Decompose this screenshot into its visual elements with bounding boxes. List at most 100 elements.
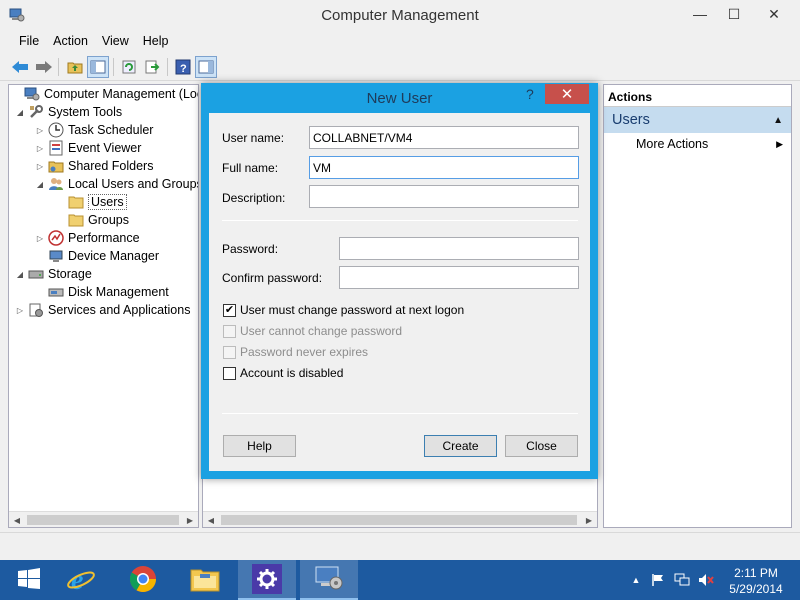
menu-action[interactable]: Action [46,31,95,53]
tree-item-performance[interactable]: ▷ Performance [35,229,140,247]
tree-item-device-manager[interactable]: Device Manager [35,247,159,265]
taskbar-clock[interactable]: 2:11 PM 5/29/2014 [722,565,790,597]
actions-section-label: Users [612,112,650,128]
tools-icon [28,104,44,120]
folder-icon [68,194,84,210]
network-icon[interactable] [674,572,690,588]
actions-section-users[interactable]: Users ▲ [604,107,791,133]
status-bar [0,532,800,560]
performance-icon [48,230,64,246]
tree-item-shared-folders[interactable]: ▷ Shared Folders [35,157,154,175]
tree-item-computer-management[interactable]: Computer Management (Local [11,85,198,103]
user-name-field[interactable] [309,126,579,149]
scroll-thumb[interactable] [221,515,577,525]
collapse-arrow-icon[interactable]: ◢ [15,108,25,117]
dialog-help-icon[interactable]: ? [526,86,540,106]
scroll-left-icon[interactable]: ◀ [9,512,25,527]
svg-text:?: ? [180,63,187,75]
menu-help[interactable]: Help [136,31,176,53]
show-hide-action-pane-icon[interactable] [195,56,217,78]
computer-management-icon [24,86,40,102]
checkbox-icon [223,345,236,359]
more-actions-item[interactable]: More Actions ▶ [604,133,791,155]
menu-file[interactable]: File [12,31,46,53]
maximize-button[interactable]: ☐ [717,0,751,28]
scroll-right-icon[interactable]: ▶ [581,512,597,528]
description-field[interactable] [309,185,579,208]
start-button[interactable] [0,560,58,600]
account-disabled-checkbox[interactable]: Account is disabled [223,366,343,380]
more-actions-label: More Actions [636,137,709,151]
details-horizontal-scrollbar[interactable]: ◀ ▶ [203,511,597,527]
tree-item-storage[interactable]: ◢ Storage [15,265,92,283]
scroll-left-icon[interactable]: ◀ [203,512,219,528]
collapse-arrow-icon[interactable]: ◢ [35,180,45,189]
taskbar-computer-management[interactable] [300,560,358,600]
tree-horizontal-scrollbar[interactable]: ◀ ▶ [9,511,198,527]
expand-arrow-icon[interactable]: ▷ [35,144,45,153]
refresh-icon[interactable] [118,56,140,78]
taskbar-chrome[interactable] [114,560,172,600]
tree-item-label: Performance [68,231,140,245]
checkbox-icon [223,324,236,338]
tree-item-users[interactable]: Users [55,193,127,211]
help-button[interactable]: Help [223,435,296,457]
back-arrow-icon[interactable] [9,56,31,78]
password-field[interactable] [339,237,579,260]
tree-item-label: Local Users and Groups [68,177,199,191]
export-list-icon[interactable] [141,56,163,78]
must-change-password-checkbox[interactable]: ✔ User must change password at next logo… [223,303,464,317]
tree-item-label: Services and Applications [48,303,191,317]
dialog-close-button[interactable]: ✕ [545,84,589,104]
minimize-button[interactable]: — [683,0,717,28]
taskbar-control-panel[interactable] [238,560,296,600]
collapse-arrow-icon[interactable]: ◢ [15,270,25,279]
up-folder-icon[interactable] [64,56,86,78]
action-center-flag-icon[interactable] [650,572,666,588]
control-panel-icon [252,564,282,594]
expand-arrow-icon[interactable]: ▷ [35,162,45,171]
description-label: Description: [222,191,286,205]
volume-muted-icon[interactable] [698,572,714,588]
console-tree[interactable]: Computer Management (Local ◢ System Tool… [8,84,199,528]
password-label: Password: [222,242,279,256]
scroll-thumb[interactable] [27,515,179,525]
checkbox-icon[interactable] [223,366,236,380]
confirm-password-field[interactable] [339,266,579,289]
full-name-field[interactable] [309,156,579,179]
checkbox-label: User cannot change password [240,324,403,338]
menu-view[interactable]: View [95,31,136,53]
expand-arrow-icon[interactable]: ▷ [35,126,45,135]
create-button[interactable]: Create [424,435,497,457]
tree-item-task-scheduler[interactable]: ▷ Task Scheduler [35,121,153,139]
help-icon[interactable]: ? [172,56,194,78]
tree-item-local-users-and-groups[interactable]: ◢ Local Users and Groups [35,175,199,193]
taskbar-internet-explorer[interactable]: e [52,560,110,600]
expand-arrow-icon[interactable]: ▷ [15,306,25,315]
collapse-up-icon[interactable]: ▲ [773,115,783,126]
show-hidden-icons-icon[interactable]: ▲ [628,572,644,588]
show-hide-console-tree-icon[interactable] [87,56,109,78]
close-button[interactable]: Close [505,435,578,457]
title-bar[interactable]: Computer Management — ☐ ✕ [0,0,800,31]
tree-item-services-and-applications[interactable]: ▷ Services and Applications [15,301,190,319]
tree-item-disk-management[interactable]: Disk Management [35,283,169,301]
tree-item-event-viewer[interactable]: ▷ Event Viewer [35,139,141,157]
menu-bar: File Action View Help [0,31,800,53]
disk-icon [48,284,64,300]
toolbar: ? [0,53,800,81]
user-name-label: User name: [222,131,285,145]
folder-icon [68,212,84,228]
tree-item-label: System Tools [48,105,123,119]
tree-item-label: Event Viewer [68,141,142,155]
taskbar-file-explorer[interactable] [176,560,234,600]
tree-item-system-tools[interactable]: ◢ System Tools [15,103,122,121]
close-window-button[interactable]: ✕ [754,0,794,28]
checkbox-checked-icon[interactable]: ✔ [223,303,236,317]
scroll-right-icon[interactable]: ▶ [182,512,198,527]
tree-item-groups[interactable]: Groups [55,211,129,229]
forward-arrow-icon[interactable] [33,56,55,78]
expand-arrow-icon[interactable]: ▷ [35,234,45,243]
cannot-change-password-checkbox: User cannot change password [223,324,402,338]
password-never-expires-checkbox: Password never expires [223,345,368,359]
